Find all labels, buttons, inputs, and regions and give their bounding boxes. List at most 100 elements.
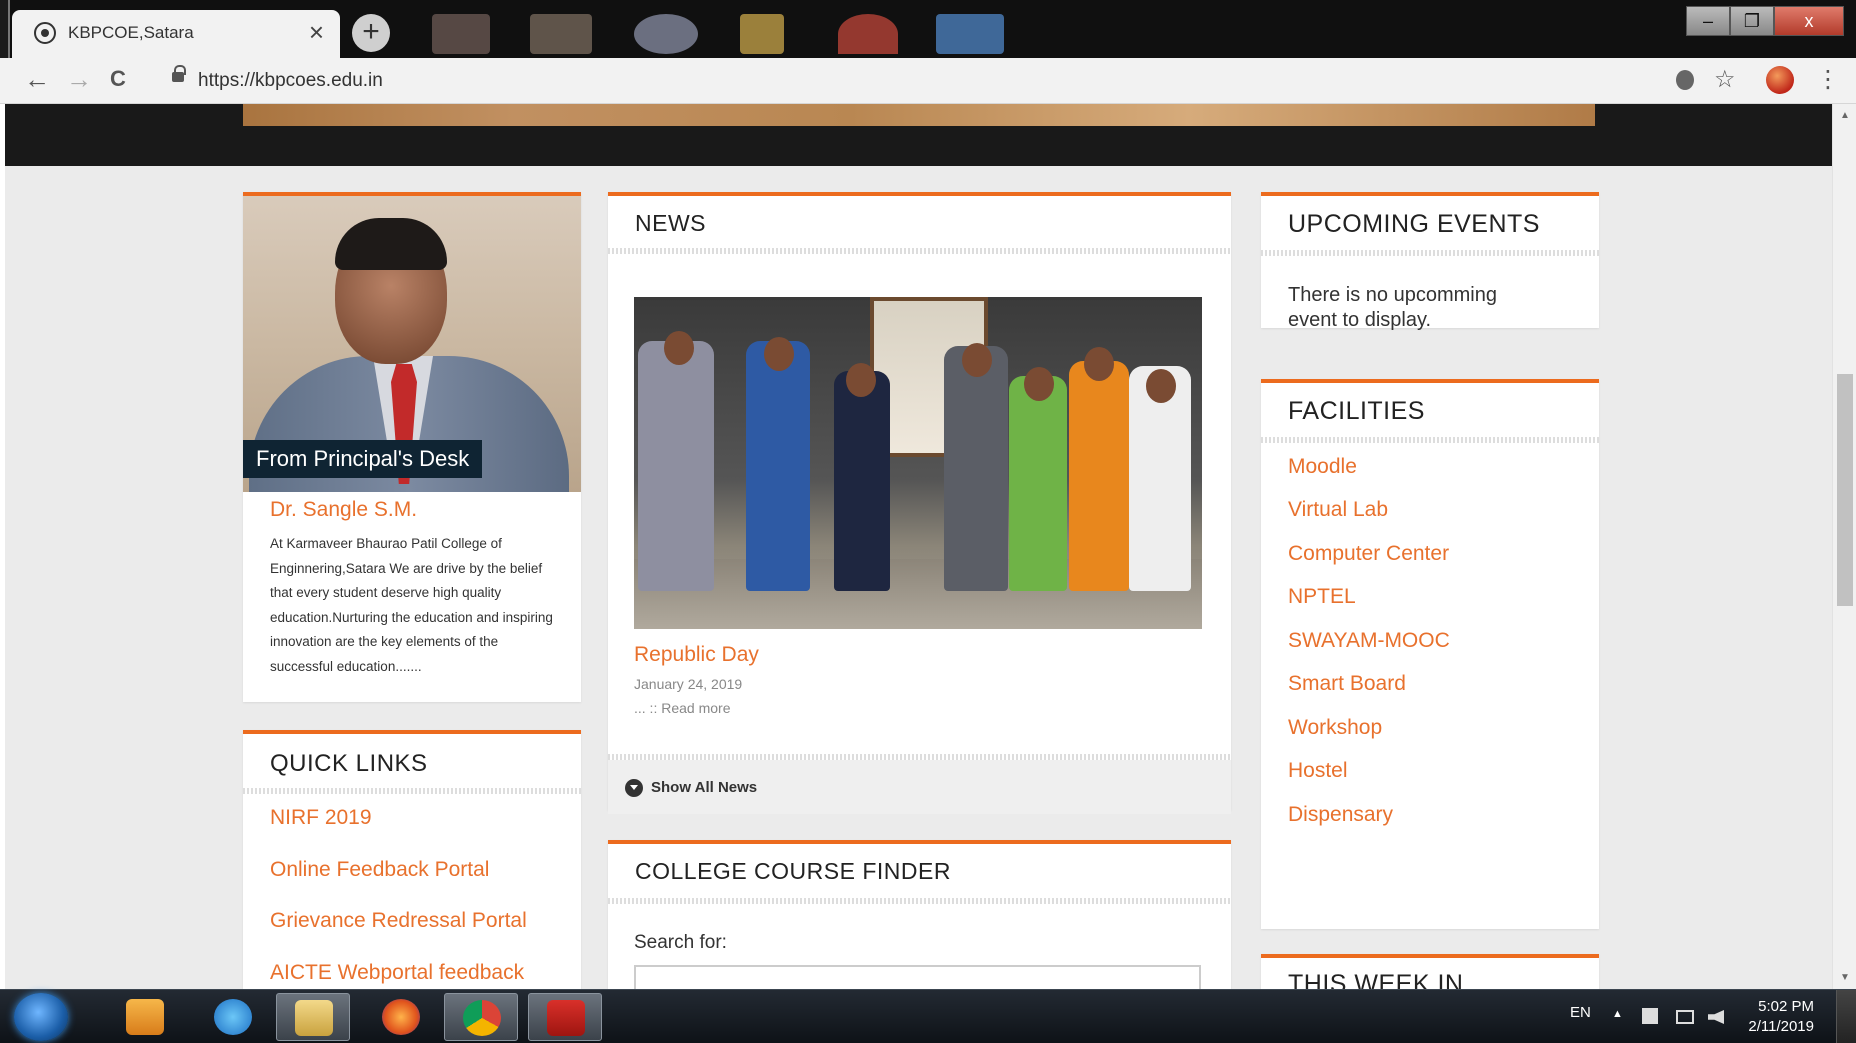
browser-menu-icon[interactable]: ⋮ [1816, 66, 1840, 94]
clock-date: 2/11/2019 [1748, 1018, 1814, 1035]
news-item-date: January 24, 2019 [634, 676, 743, 692]
background-window-thumbnail[interactable] [838, 14, 898, 54]
start-button[interactable] [14, 993, 68, 1041]
photo-detail [746, 341, 810, 591]
action-center-flag-icon[interactable] [1642, 1008, 1658, 1024]
language-indicator[interactable]: EN [1570, 1004, 1591, 1021]
news-item-title-link[interactable]: Republic Day [634, 643, 759, 667]
url-text[interactable]: https://kbpcoes.edu.in [198, 70, 383, 92]
taskbar-internet-explorer[interactable] [196, 993, 270, 1041]
facility-link[interactable]: Hostel [1288, 759, 1348, 783]
forward-arrow-icon[interactable]: → [66, 64, 92, 94]
show-hidden-icons-icon[interactable]: ▲ [1612, 1008, 1623, 1020]
system-clock[interactable]: 5:02 PM 2/11/2019 [1748, 997, 1814, 1037]
browser-toolbar: ← → C https://kbpcoes.edu.in ☆ ⋮ [0, 58, 1856, 104]
news-card: NEWS Republic Day January 24, 2019 ... :… [608, 192, 1231, 814]
news-footer: Show All News [608, 760, 1231, 814]
facility-link[interactable]: Dispensary [1288, 803, 1393, 827]
photo-detail [638, 341, 714, 591]
divider [243, 788, 581, 794]
background-window-thumbnail[interactable] [936, 14, 1004, 54]
facility-link[interactable]: Smart Board [1288, 672, 1406, 696]
photo-detail [834, 371, 890, 591]
course-finder-card: COLLEGE COURSE FINDER Search for: [608, 840, 1231, 989]
network-icon[interactable] [1676, 1010, 1694, 1024]
back-arrow-icon[interactable]: ← [24, 64, 50, 94]
facility-link[interactable]: Computer Center [1288, 542, 1449, 566]
tab-close-icon[interactable]: × [309, 18, 324, 46]
tab-title: KBPCOE,Satara [68, 23, 194, 42]
facility-link[interactable]: Moodle [1288, 455, 1357, 479]
lock-icon [172, 65, 186, 82]
divider [1261, 437, 1599, 443]
facilities-heading: FACILITIES [1288, 397, 1425, 425]
quick-links-card: QUICK LINKS NIRF 2019 Online Feedback Po… [243, 730, 581, 989]
volume-icon[interactable] [1708, 1010, 1724, 1024]
news-photo[interactable] [634, 297, 1202, 629]
quick-link[interactable]: Online Feedback Portal [270, 858, 489, 882]
photo-detail [764, 337, 794, 371]
background-window-thumbnail[interactable] [432, 14, 490, 54]
show-desktop-button[interactable] [1836, 990, 1856, 1043]
address-bar[interactable]: https://kbpcoes.edu.in [155, 64, 1655, 98]
this-week-heading: THIS WEEK IN [1288, 970, 1464, 989]
taskbar-firefox[interactable] [364, 993, 438, 1041]
hero-banner [5, 104, 1832, 166]
reload-icon[interactable]: C [110, 64, 126, 94]
folder-icon [295, 1000, 333, 1036]
photo-detail [1084, 347, 1114, 381]
firefox-icon [382, 999, 420, 1035]
upcoming-events-heading: UPCOMING EVENTS [1288, 210, 1540, 238]
quick-links-heading: QUICK LINKS [270, 750, 428, 777]
principal-card: From Principal's Desk Dr. Sangle S.M. At… [243, 192, 581, 702]
no-events-message: There is no upcomming event to display. [1288, 284, 1497, 331]
browser-tab[interactable]: KBPCOE,Satara × [12, 10, 340, 58]
site-favicon-icon [34, 22, 56, 44]
photo-detail [1024, 367, 1054, 401]
photo-detail [1069, 361, 1129, 591]
scroll-up-arrow-icon[interactable]: ▲ [1840, 110, 1850, 121]
quick-link[interactable]: Grievance Redressal Portal [270, 909, 527, 933]
photo-detail [962, 343, 992, 377]
background-window-thumbnail[interactable] [634, 14, 698, 54]
taskbar-acrobat[interactable] [528, 993, 602, 1041]
new-tab-button[interactable]: + [352, 14, 390, 52]
window-controls: – ❐ x [1686, 6, 1844, 36]
close-window-button[interactable]: x [1774, 6, 1844, 36]
maximize-button[interactable]: ❐ [1730, 6, 1774, 36]
photo-detail [846, 363, 876, 397]
show-all-news-link[interactable]: Show All News [651, 779, 757, 796]
quick-link[interactable]: NIRF 2019 [270, 806, 372, 830]
bookmark-star-icon[interactable]: ☆ [1714, 66, 1736, 94]
principal-name-link[interactable]: Dr. Sangle S.M. [270, 498, 417, 522]
profile-avatar[interactable] [1766, 66, 1794, 94]
news-heading: NEWS [635, 210, 706, 236]
upcoming-events-card: UPCOMING EVENTS There is no upcomming ev… [1261, 192, 1599, 331]
photo-detail [1146, 369, 1176, 403]
minimize-button[interactable]: – [1686, 6, 1730, 36]
scrollbar-thumb[interactable] [1837, 374, 1853, 606]
browser-tab-strip: KBPCOE,Satara × + – ❐ x [0, 0, 1856, 58]
facility-link[interactable]: NPTEL [1288, 585, 1356, 609]
taskbar-file-explorer[interactable] [276, 993, 350, 1041]
scroll-down-arrow-icon[interactable]: ▼ [1840, 972, 1850, 983]
course-search-input[interactable] [634, 965, 1201, 989]
chevron-down-icon[interactable] [625, 779, 643, 797]
facility-link[interactable]: SWAYAM-MOOC [1288, 629, 1450, 653]
this-week-card: THIS WEEK IN [1261, 954, 1599, 989]
facility-link[interactable]: Workshop [1288, 716, 1382, 740]
taskbar-chrome[interactable] [444, 993, 518, 1041]
background-window-thumbnail[interactable] [530, 14, 592, 54]
taskbar-media-player[interactable] [108, 993, 182, 1041]
background-window-thumbnail[interactable] [740, 14, 784, 54]
window-edge [0, 0, 10, 58]
facilities-card: FACILITIES Moodle Virtual Lab Computer C… [1261, 379, 1599, 929]
facility-link[interactable]: Virtual Lab [1288, 498, 1388, 522]
quick-link[interactable]: AICTE Webportal feedback [270, 961, 524, 985]
internet-explorer-icon [214, 999, 252, 1035]
extension-icon[interactable] [1676, 70, 1694, 90]
clock-time: 5:02 PM [1758, 998, 1814, 1015]
read-more-link[interactable]: ... :: Read more [634, 700, 730, 716]
divider [608, 898, 1231, 904]
page-scrollbar[interactable]: ▲ ▼ [1832, 104, 1856, 989]
